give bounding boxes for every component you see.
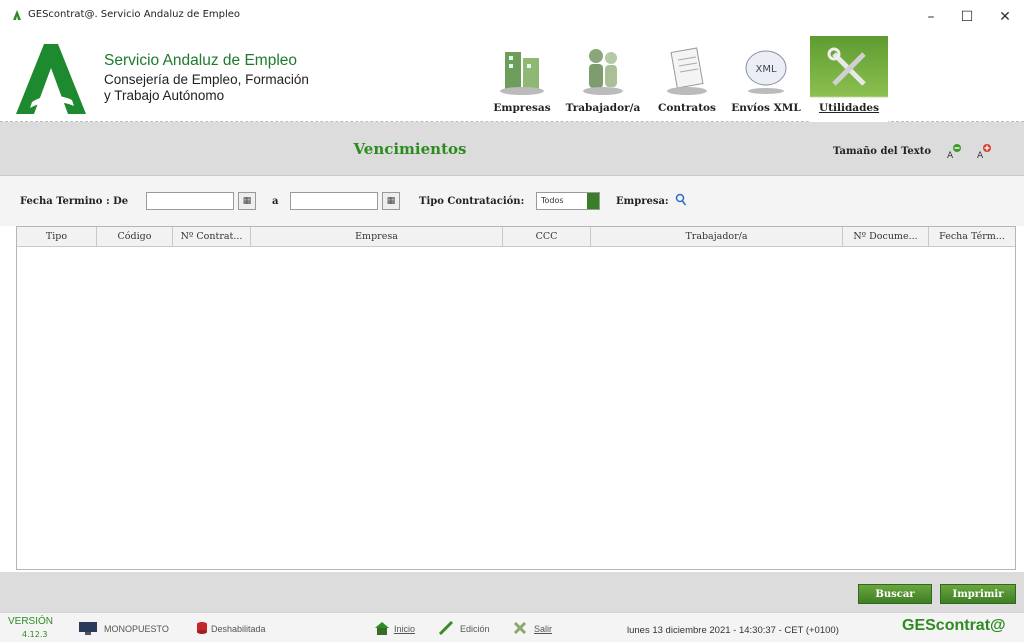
column-header-codigo[interactable]: Código	[97, 227, 173, 246]
imprimir-button[interactable]: Imprimir	[940, 584, 1016, 604]
close-button[interactable]: ✕	[990, 6, 1020, 28]
edicion-button[interactable]: Edición	[460, 624, 490, 634]
a-label: a	[272, 196, 279, 207]
module-utilidades[interactable]: Utilidades	[810, 36, 888, 122]
trabajador-icon	[583, 49, 623, 95]
xml-icon: XML	[745, 50, 787, 94]
database-icon	[197, 622, 207, 634]
text-size-decrease-icon[interactable]: A	[946, 142, 962, 160]
calendar-de-icon[interactable]: ▦	[238, 192, 256, 210]
inicio-button[interactable]: Inicio	[394, 624, 415, 634]
fecha-a-input[interactable]	[290, 192, 378, 210]
window-title: GEScontrat@. Servicio Andaluz de Empleo	[28, 9, 241, 20]
dropdown-arrow-icon[interactable]	[587, 193, 599, 209]
module-empresas-label: Empresas	[493, 102, 551, 114]
title-banner: Vencimientos Tamaño del Texto A A	[0, 122, 1024, 176]
monitor-icon	[79, 622, 97, 635]
minimize-button[interactable]: –	[916, 6, 946, 28]
column-header-n-documento[interactable]: Nº Docume...	[843, 227, 929, 246]
db-status: Deshabilitada	[211, 624, 266, 634]
text-size-label: Tamaño del Texto	[833, 146, 931, 157]
column-header-fecha-termino[interactable]: Fecha Térm...	[929, 227, 1015, 246]
column-header-empresa[interactable]: Empresa	[251, 227, 503, 246]
column-header-tipo[interactable]: Tipo	[17, 227, 97, 246]
module-contratos[interactable]: Contratos	[652, 36, 722, 122]
brand-logo: GEScontrat@	[902, 617, 1006, 634]
org-subtitle-2: y Trabajo Autónomo	[104, 88, 225, 103]
module-contratos-label: Contratos	[658, 102, 716, 114]
app-header: Servicio Andaluz de Empleo Consejería de…	[0, 34, 1024, 122]
module-empresas[interactable]: Empresas	[488, 36, 556, 122]
org-name: Servicio Andaluz de Empleo	[104, 52, 298, 69]
version-label: VERSIÓN	[8, 616, 54, 627]
column-header-ccc[interactable]: CCC	[503, 227, 591, 246]
version-number: 4.12.3	[22, 630, 48, 639]
svg-text:A: A	[947, 151, 954, 160]
table-header: Tipo Código Nº Contrat... Empresa CCC Tr…	[17, 227, 1015, 247]
fecha-de-input[interactable]	[146, 192, 234, 210]
salir-button[interactable]: Salir	[534, 624, 552, 634]
module-trabajador-label: Trabajador/a	[565, 102, 641, 114]
fecha-termino-label: Fecha Termino : De	[20, 196, 129, 207]
search-icon[interactable]	[675, 193, 687, 207]
module-envios-xml[interactable]: XML Envíos XML	[728, 36, 804, 122]
empresa-label: Empresa:	[616, 196, 669, 207]
org-subtitle-1: Consejería de Empleo, Formación	[104, 72, 309, 87]
svg-text:A: A	[977, 151, 984, 160]
module-trabajador[interactable]: Trabajador/a	[560, 36, 646, 122]
status-bar: VERSIÓN 4.12.3 MONOPUESTO Deshabilitada …	[0, 612, 1024, 642]
contratos-icon	[667, 47, 707, 95]
page-title: Vencimientos	[353, 140, 467, 158]
home-icon[interactable]	[374, 621, 390, 635]
maximize-button[interactable]: ☐	[952, 6, 982, 28]
filter-bar: Fecha Termino : De ▦ a ▦ Tipo Contrataci…	[0, 176, 1024, 226]
module-envios-xml-label: Envíos XML	[731, 102, 801, 114]
app-icon	[13, 10, 21, 20]
column-header-trabajador[interactable]: Trabajador/a	[591, 227, 843, 246]
datetime-display: lunes 13 diciembre 2021 - 14:30:37 - CET…	[627, 625, 839, 636]
svg-text:XML: XML	[755, 64, 776, 75]
mode-label: MONOPUESTO	[104, 624, 169, 634]
utilidades-icon	[827, 47, 866, 86]
results-table: Tipo Código Nº Contrat... Empresa CCC Tr…	[16, 226, 1016, 570]
text-size-increase-icon[interactable]: A	[976, 142, 992, 160]
action-bar: Buscar Imprimir	[0, 572, 1024, 612]
tipo-contratacion-label: Tipo Contratación:	[419, 196, 525, 207]
junta-andalucia-logo	[16, 44, 86, 114]
window-titlebar: GEScontrat@. Servicio Andaluz de Empleo …	[0, 0, 1024, 34]
module-utilidades-label: Utilidades	[818, 102, 880, 114]
column-header-n-contrato[interactable]: Nº Contrat...	[173, 227, 251, 246]
buscar-button[interactable]: Buscar	[858, 584, 932, 604]
calendar-a-icon[interactable]: ▦	[382, 192, 400, 210]
pencil-icon[interactable]	[438, 621, 454, 635]
exit-icon[interactable]	[512, 621, 528, 635]
empresas-icon	[500, 52, 544, 95]
